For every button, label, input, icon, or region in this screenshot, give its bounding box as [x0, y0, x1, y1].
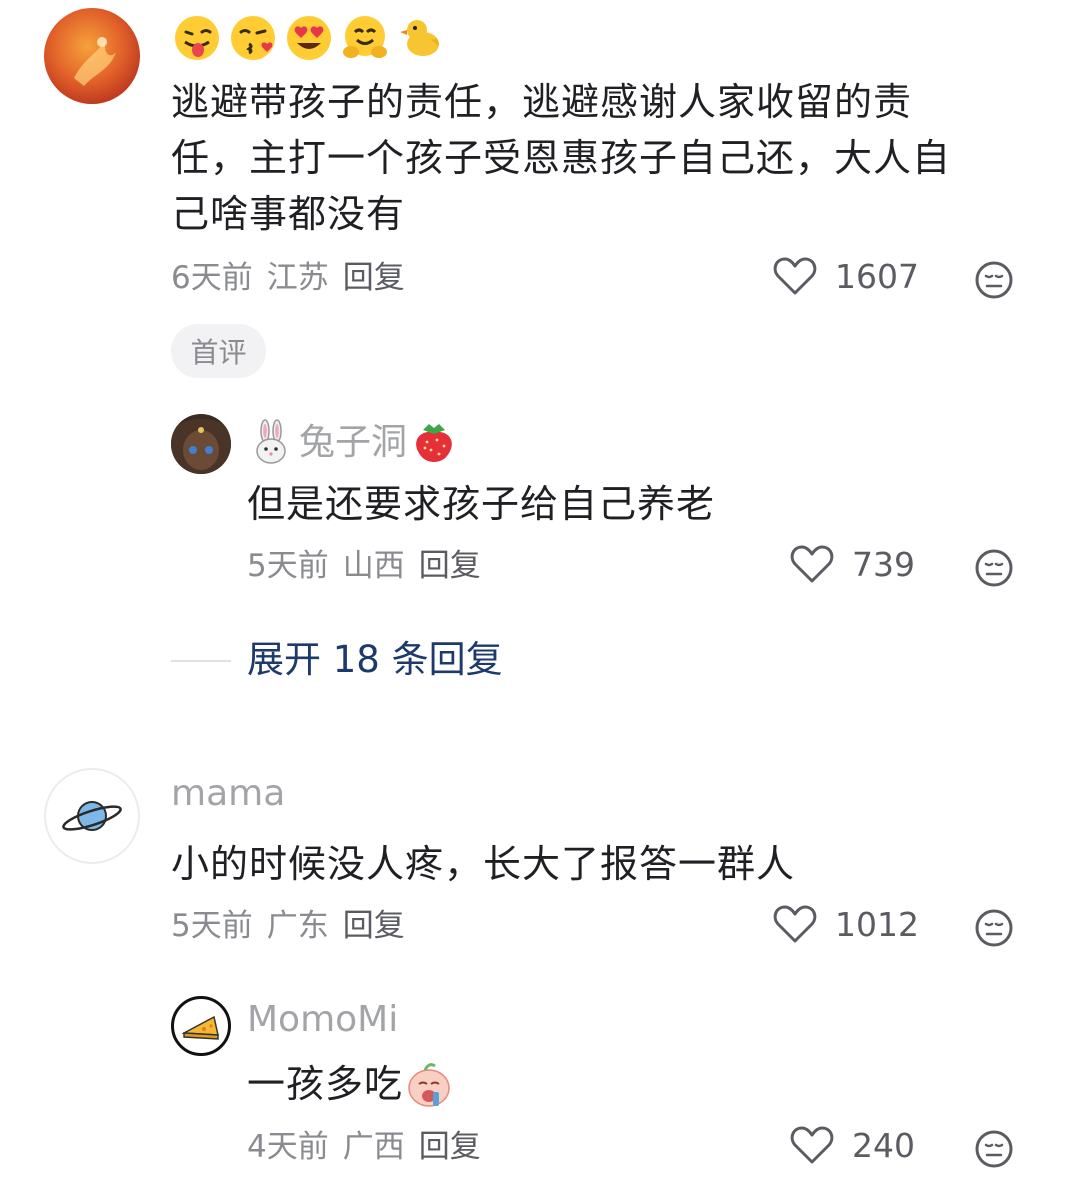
comment-time: 5天前 — [171, 908, 253, 944]
reply-username-text: 兔子洞 — [299, 422, 408, 463]
heart-icon — [790, 545, 834, 583]
strawberry-icon — [416, 424, 452, 462]
like-count: 1607 — [835, 256, 919, 296]
reply-text: 但是还要求孩子给自己养老 — [247, 482, 716, 526]
avatar[interactable] — [44, 8, 140, 104]
comment-location: 广东 — [266, 908, 329, 944]
avatar[interactable] — [44, 768, 140, 864]
like-button[interactable]: 240 — [790, 1125, 915, 1165]
like-count: 1012 — [835, 904, 919, 944]
emoji-row — [171, 12, 447, 64]
anime-girl-icon — [171, 419, 231, 474]
reply-time: 5天前 — [247, 548, 329, 584]
comment-text: 小的时候没人疼，长大了报答一群人 — [171, 842, 796, 886]
expand-divider — [171, 660, 231, 662]
comment-location: 江苏 — [266, 260, 329, 296]
heart-icon — [790, 1126, 834, 1164]
dislike-face-icon[interactable] — [974, 908, 1014, 948]
like-button[interactable]: 1607 — [773, 256, 919, 296]
comment-meta: 6天前 江苏 回复 — [171, 258, 405, 298]
reply-button[interactable]: 回复 — [419, 546, 481, 586]
eating-emoji — [408, 1063, 450, 1107]
reply-text: 一孩多吃 — [247, 1056, 455, 1112]
comment-time: 6天前 — [171, 260, 253, 296]
reply-location: 山西 — [342, 548, 405, 584]
heart-icon — [773, 257, 817, 295]
rabbit-icon — [256, 419, 286, 464]
reply-avatar[interactable] — [171, 996, 231, 1056]
comment-meta: 5天前 广东 回复 — [171, 906, 405, 946]
like-count: 739 — [852, 544, 915, 584]
dislike-face-icon[interactable] — [974, 260, 1014, 300]
reply-meta: 5天前 山西 回复 — [247, 546, 481, 586]
reply-avatar[interactable] — [171, 414, 231, 474]
cheese-icon — [181, 1015, 219, 1040]
reply-button[interactable]: 回复 — [419, 1127, 481, 1167]
reply-button[interactable]: 回复 — [343, 906, 405, 946]
reply-username[interactable]: 兔子洞 — [247, 418, 457, 468]
reply-text-content: 一孩多吃 — [247, 1062, 404, 1106]
reply-location: 广西 — [342, 1129, 405, 1165]
like-button[interactable]: 1012 — [773, 904, 919, 944]
like-button[interactable]: 739 — [790, 544, 915, 584]
dislike-face-icon[interactable] — [974, 548, 1014, 588]
reply-meta: 4天前 广西 回复 — [247, 1127, 481, 1167]
planet-icon — [62, 801, 122, 831]
reply-time: 4天前 — [247, 1129, 329, 1165]
heart-icon — [773, 905, 817, 943]
reply-button[interactable]: 回复 — [343, 258, 405, 298]
like-count: 240 — [852, 1125, 915, 1165]
first-comment-badge: 首评 — [171, 324, 266, 378]
reply-username[interactable]: MomoMi — [247, 998, 398, 1042]
comment-text: 逃避带孩子的责任，逃避感谢人家收留的责 任，主打一个孩子受恩惠孩子自己还，大人自… — [171, 80, 952, 236]
dislike-face-icon[interactable] — [974, 1129, 1014, 1169]
phoenix-icon — [74, 37, 116, 86]
tongue-wink-emoji — [175, 16, 219, 60]
chick-emoji — [400, 20, 439, 56]
comment-username[interactable]: mama — [171, 772, 285, 816]
expand-replies-button[interactable]: 展开 18 条回复 — [247, 637, 503, 683]
kiss-emoji — [231, 16, 275, 60]
hug-emoji — [343, 16, 387, 58]
heart-eyes-emoji — [287, 16, 331, 60]
